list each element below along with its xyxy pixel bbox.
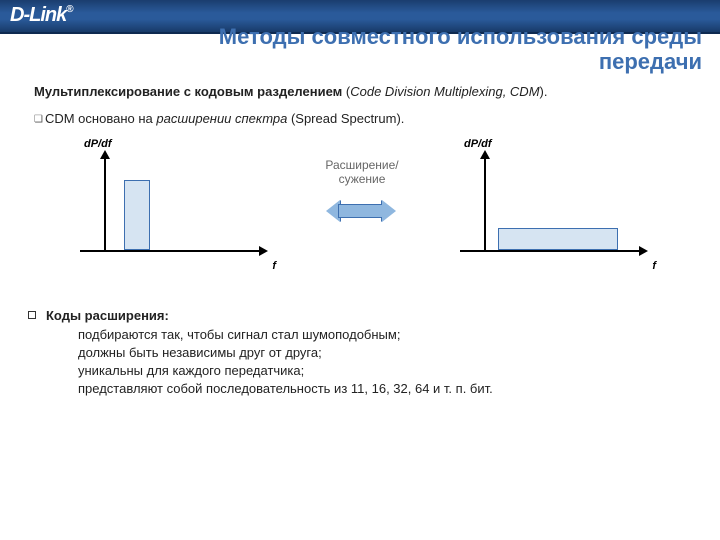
list-bullet-icon (60, 349, 66, 355)
codes-heading-row: Коды расширения: (28, 308, 690, 323)
y-axis-label-left: dP/df (84, 138, 112, 150)
cdm-lead: CDM основано на (45, 111, 156, 126)
y-axis-label-right: dP/df (464, 138, 492, 150)
x-axis-right (460, 250, 640, 252)
codes-list: подбираются так, чтобы сигнал стал шумоп… (60, 327, 690, 396)
code-item-0: подбираются так, чтобы сигнал стал шумоп… (78, 327, 400, 342)
code-item-3: представляют собой последовательность из… (78, 381, 493, 396)
intro-italic: Code Division Multiplexing, CDM (350, 84, 539, 99)
content-area: Мультиплексирование с кодовым разделение… (34, 84, 690, 399)
brand-text: D-Link (10, 4, 66, 26)
list-bullet-icon (60, 385, 66, 391)
intro-paragraph: Мультиплексирование с кодовым разделение… (34, 84, 690, 99)
list-bullet-icon (60, 367, 66, 373)
spread-plot: dP/df f (454, 140, 654, 270)
double-arrow-icon (326, 200, 396, 222)
intro-bold: Мультиплексирование с кодовым разделение… (34, 84, 342, 99)
x-axis-label-left: f (272, 260, 276, 272)
list-bullet-icon (60, 331, 66, 337)
intro-close: ). (540, 84, 548, 99)
list-item: подбираются так, чтобы сигнал стал шумоп… (60, 327, 690, 342)
y-axis-right (484, 158, 486, 252)
cdm-em: расширении спектра (156, 111, 287, 126)
narrow-bar (124, 180, 150, 250)
list-item: должны быть независимы друг от друга; (60, 345, 690, 360)
registered-mark: ® (66, 4, 72, 15)
cdm-bullet: ❏CDM основано на расширении спектра (Spr… (34, 111, 690, 126)
bullet-square-icon: ❏ (34, 114, 45, 125)
cdm-tail: (Spread Spectrum). (287, 111, 404, 126)
hollow-square-icon (28, 311, 36, 319)
page-title: Методы совместного использования среды п… (60, 24, 720, 75)
list-item: представляют собой последовательность из… (60, 381, 690, 396)
x-axis-left (80, 250, 260, 252)
list-item: уникальны для каждого передатчика; (60, 363, 690, 378)
code-item-2: уникальны для каждого передатчика; (78, 363, 304, 378)
codes-heading: Коды расширения: (46, 308, 169, 323)
y-axis-left (104, 158, 106, 252)
arrow-head-right-icon (382, 200, 396, 222)
x-axis-label-right: f (652, 260, 656, 272)
spread-collapse-label: Расширение/ сужение (302, 158, 422, 187)
code-item-1: должны быть независимы друг от друга; (78, 345, 322, 360)
wide-bar (498, 228, 618, 250)
narrowband-plot: dP/df f (74, 140, 274, 270)
arrow-shaft (338, 204, 384, 218)
diagram-row: dP/df f Расширение/ сужение dP/df f (34, 140, 690, 290)
codes-block: Коды расширения: подбираются так, чтобы … (34, 308, 690, 396)
